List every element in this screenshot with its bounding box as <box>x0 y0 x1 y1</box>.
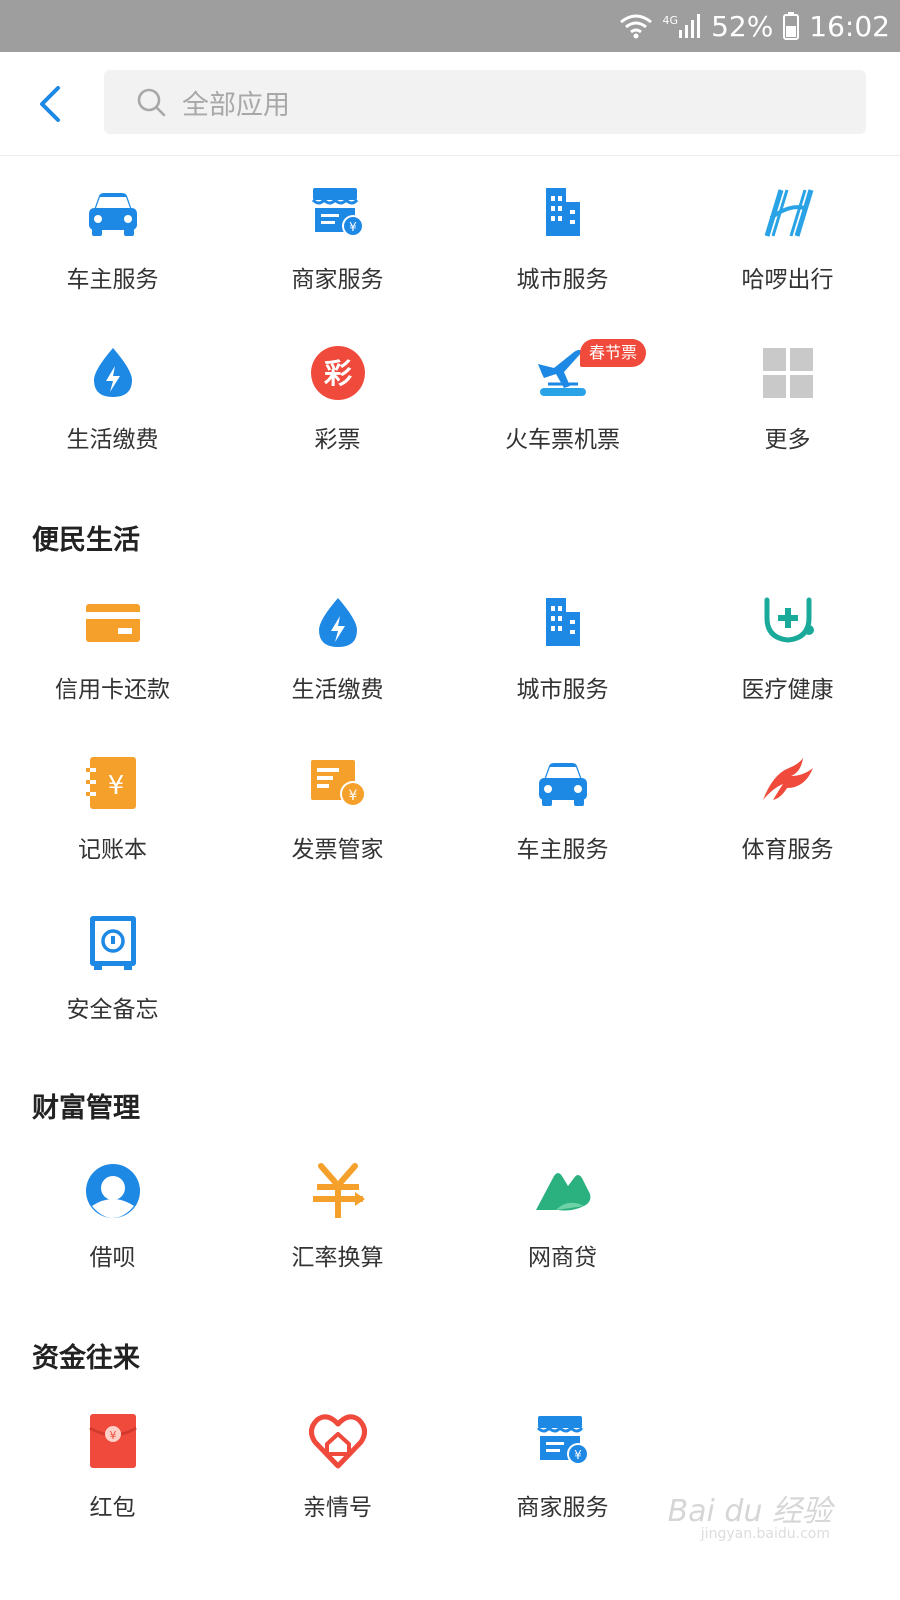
app-red-envelope[interactable]: ¥ 红包 <box>0 1384 225 1544</box>
app-label: 更多 <box>764 427 811 453</box>
signal-icon: 4G <box>663 14 702 38</box>
section-title-convenience: 便民生活 <box>32 525 140 556</box>
svg-text:彩: 彩 <box>324 357 352 390</box>
safe-icon <box>84 914 142 972</box>
status-icons: 4G 52% 16:02 <box>619 0 890 52</box>
app-jiebei[interactable]: 借呗 <box>0 1134 225 1294</box>
battery-icon <box>783 12 800 40</box>
app-label: 记账本 <box>78 837 147 863</box>
invoice-icon: ¥ <box>309 754 367 812</box>
app-label: 借呗 <box>89 1245 136 1271</box>
app-utility-payment[interactable]: 生活缴费 <box>0 316 225 476</box>
app-label: 生活缴费 <box>66 427 159 453</box>
sports-icon <box>759 754 817 812</box>
app-merchant-service-2[interactable]: ¥ 商家服务 <box>450 1384 675 1544</box>
app-label: 网商贷 <box>528 1245 597 1271</box>
jiebei-icon <box>84 1162 142 1220</box>
city-icon <box>534 184 592 242</box>
utility-drop-icon <box>84 344 142 402</box>
app-ledger[interactable]: ¥ 记账本 <box>0 726 225 886</box>
watermark-url: jingyan.baidu.com <box>700 1526 830 1542</box>
search-input[interactable]: 全部应用 <box>104 70 866 134</box>
svg-text:¥: ¥ <box>574 1448 582 1462</box>
app-label: 火车票机票 <box>505 427 620 453</box>
app-label: 城市服务 <box>516 267 609 293</box>
svg-text:¥: ¥ <box>349 220 357 234</box>
app-car-owner[interactable]: 车主服务 <box>0 156 225 316</box>
svg-text:¥: ¥ <box>349 788 358 804</box>
battery-percent: 52% <box>711 9 774 43</box>
watermark: Bai du 经验 <box>667 1494 832 1529</box>
family-heart-icon <box>309 1412 367 1470</box>
svg-text:¥: ¥ <box>108 771 125 801</box>
app-mybank-loan[interactable]: 网商贷 <box>450 1134 675 1294</box>
city-icon <box>534 594 592 652</box>
app-invoice-manager[interactable]: ¥ 发票管家 <box>225 726 450 886</box>
app-city-service[interactable]: 城市服务 <box>450 156 675 316</box>
credit-card-icon <box>84 594 142 652</box>
red-envelope-icon: ¥ <box>84 1412 142 1470</box>
car-icon <box>84 184 142 242</box>
app-label: 汇率换算 <box>291 1245 384 1271</box>
clock: 16:02 <box>809 9 890 43</box>
app-credit-card-repay[interactable]: 信用卡还款 <box>0 566 225 726</box>
chevron-left-icon <box>40 86 60 122</box>
app-label: 商家服务 <box>516 1495 609 1521</box>
app-label: 体育服务 <box>741 837 834 863</box>
app-exchange-rate[interactable]: 汇率换算 <box>225 1134 450 1294</box>
car-icon <box>534 754 592 812</box>
search-icon <box>137 88 166 117</box>
back-button[interactable] <box>30 82 74 126</box>
app-car-owner-2[interactable]: 车主服务 <box>450 726 675 886</box>
store-icon: ¥ <box>534 1412 592 1470</box>
app-label: 商家服务 <box>291 267 384 293</box>
search-placeholder: 全部应用 <box>182 89 290 121</box>
app-label: 城市服务 <box>516 677 609 703</box>
search-header: 全部应用 <box>0 52 900 156</box>
spring-festival-badge: 春节票 <box>580 339 647 367</box>
app-label: 亲情号 <box>303 1495 372 1521</box>
app-family-account[interactable]: 亲情号 <box>225 1384 450 1544</box>
app-city-service-2[interactable]: 城市服务 <box>450 566 675 726</box>
app-merchant-service[interactable]: ¥ 商家服务 <box>225 156 450 316</box>
ledger-icon: ¥ <box>84 754 142 812</box>
more-grid-icon <box>759 344 817 402</box>
app-label: 发票管家 <box>291 837 384 863</box>
section-title-wealth: 财富管理 <box>32 1093 140 1124</box>
section-title-funds: 资金往来 <box>32 1343 140 1374</box>
app-label: 信用卡还款 <box>55 677 170 703</box>
mybank-loan-icon <box>534 1162 592 1220</box>
app-more[interactable]: 更多 <box>675 316 900 476</box>
wifi-icon <box>619 13 653 39</box>
svg-text:¥: ¥ <box>110 1429 117 1442</box>
lottery-icon: 彩 <box>309 344 367 402</box>
app-label: 生活缴费 <box>291 677 384 703</box>
hello-icon <box>759 184 817 242</box>
app-hello-travel[interactable]: 哈啰出行 <box>675 156 900 316</box>
app-label: 彩票 <box>314 427 361 453</box>
app-label: 车主服务 <box>516 837 609 863</box>
app-utility-payment-2[interactable]: 生活缴费 <box>225 566 450 726</box>
exchange-icon <box>309 1162 367 1220</box>
utility-drop-icon <box>309 594 367 652</box>
app-label: 哈啰出行 <box>741 267 834 293</box>
app-safe-memo[interactable]: 安全备忘 <box>0 886 225 1046</box>
app-label: 医疗健康 <box>741 677 834 703</box>
app-label: 安全备忘 <box>66 997 159 1023</box>
app-train-plane-tickets[interactable]: 火车票机票 <box>450 316 675 476</box>
app-sports-service[interactable]: 体育服务 <box>675 726 900 886</box>
app-medical-health[interactable]: 医疗健康 <box>675 566 900 726</box>
app-lottery[interactable]: 彩 彩票 <box>225 316 450 476</box>
store-icon: ¥ <box>309 184 367 242</box>
app-label: 车主服务 <box>66 267 159 293</box>
app-label: 红包 <box>89 1495 136 1521</box>
status-bar: 4G 52% 16:02 <box>0 0 900 52</box>
stethoscope-icon <box>759 594 817 652</box>
network-type: 4G <box>662 14 679 27</box>
